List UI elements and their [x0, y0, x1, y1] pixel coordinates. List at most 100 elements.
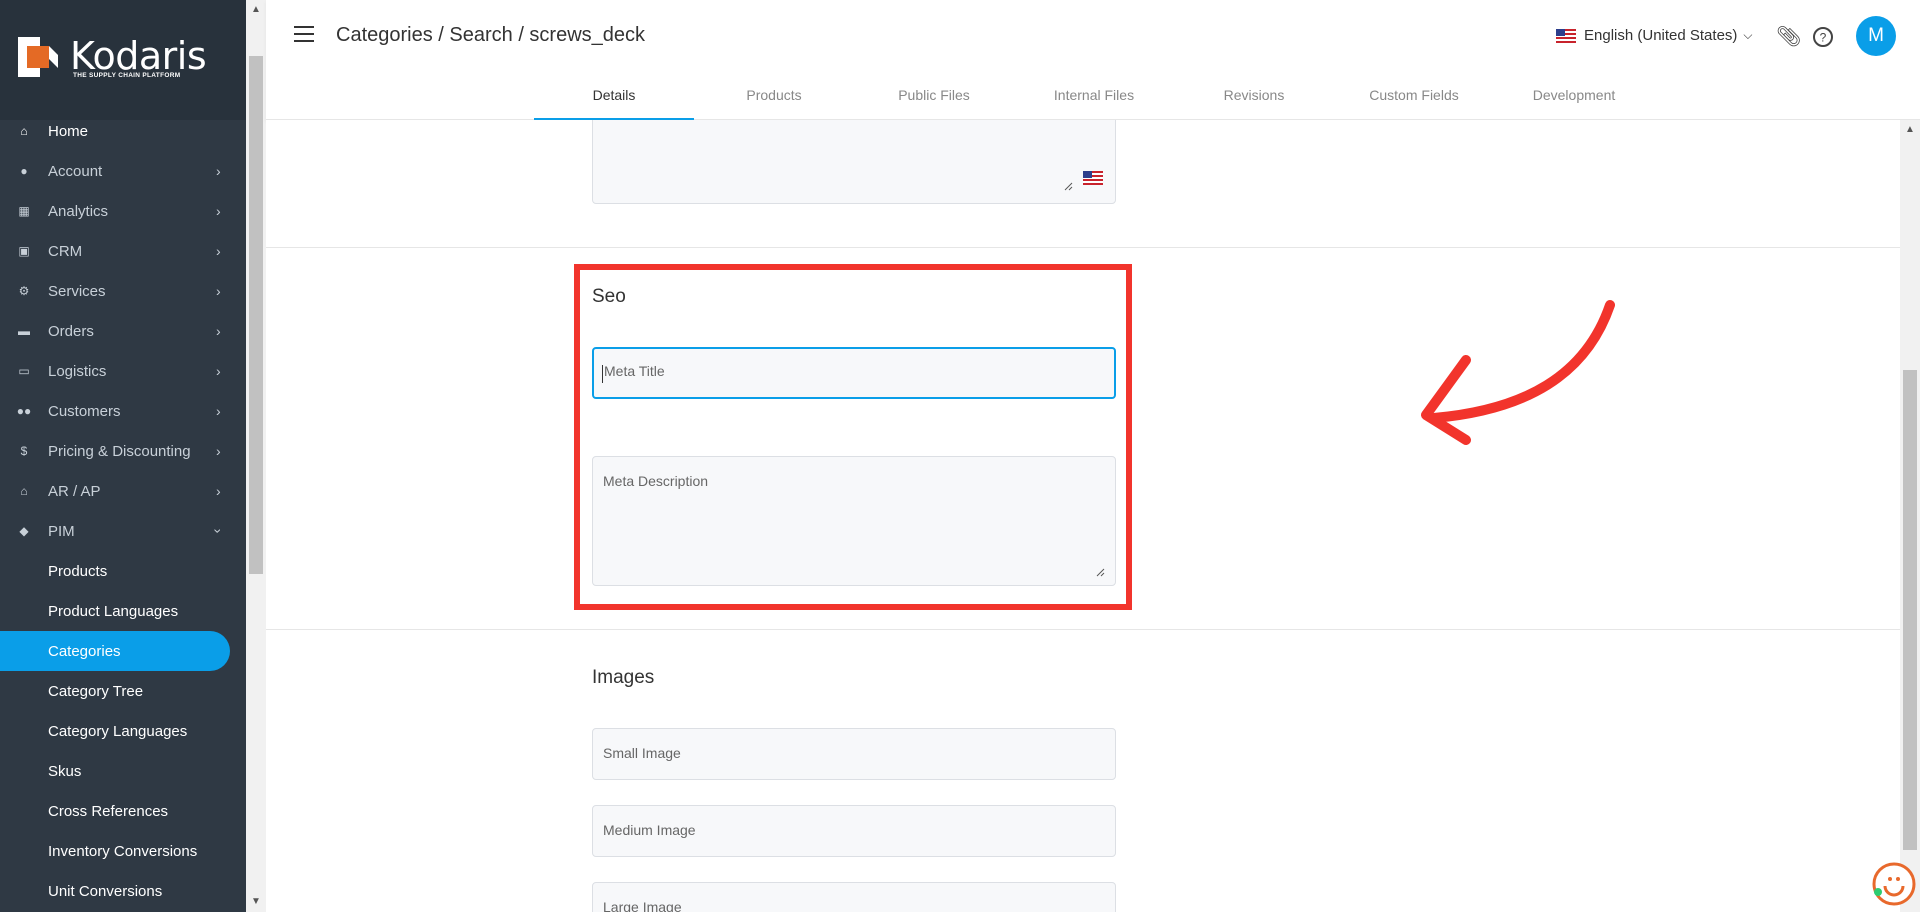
chevron-right-icon: ›	[216, 243, 221, 259]
sidebar-nav: ⌂ Home ● Account › ▦ Analytics › ▣ CRM ›…	[0, 111, 246, 911]
medium-image-placeholder: Medium Image	[603, 822, 696, 838]
sidebar-item-analytics[interactable]: ▦ Analytics ›	[0, 191, 246, 231]
gears-icon: ⚙	[18, 284, 30, 298]
sidebar-item-logistics[interactable]: ▭ Logistics ›	[0, 351, 246, 391]
tab-products[interactable]: Products	[694, 75, 854, 120]
sidebar-subitem-label: Category Languages	[48, 722, 188, 740]
chat-support-icon[interactable]	[1872, 862, 1916, 906]
language-selector[interactable]: English (United States) ⌵	[1556, 27, 1753, 44]
dollar-icon: $	[20, 444, 28, 458]
scroll-up-icon[interactable]: ▲	[1905, 124, 1915, 135]
sidebar-item-label: AR / AP	[48, 482, 101, 500]
sidebar-subitem-label: Inventory Conversions	[48, 842, 198, 860]
sidebar-subitem-label: Products	[48, 562, 108, 580]
sidebar-item-label: Customers	[48, 402, 121, 420]
logo-area[interactable]: Kodaris THE SUPPLY CHAIN PLATFORM	[0, 0, 246, 120]
tag-icon: ◆	[19, 524, 29, 538]
sidebar-item-crm[interactable]: ▣ CRM ›	[0, 231, 246, 271]
sidebar-item-account[interactable]: ● Account ›	[0, 151, 246, 191]
sidebar-subitem-skus[interactable]: Skus	[0, 751, 246, 791]
sidebar-item-home[interactable]: ⌂ Home	[0, 111, 246, 151]
chevron-right-icon: ›	[216, 203, 221, 219]
sidebar: Kodaris THE SUPPLY CHAIN PLATFORM ⌂ Home…	[0, 0, 246, 912]
medium-image-input[interactable]: Medium Image	[592, 805, 1116, 857]
sidebar-item-label: Services	[48, 282, 106, 300]
app-root: Kodaris THE SUPPLY CHAIN PLATFORM ⌂ Home…	[0, 0, 1920, 912]
avatar[interactable]: M	[1856, 16, 1896, 56]
group-icon: ●●	[16, 404, 32, 418]
sidebar-item-orders[interactable]: ▬ Orders ›	[0, 311, 246, 351]
sidebar-item-label: PIM	[48, 522, 75, 540]
sidebar-subitem-cross-references[interactable]: Cross References	[0, 791, 246, 831]
help-icon[interactable]: ?	[1812, 26, 1834, 48]
small-image-placeholder: Small Image	[603, 745, 681, 761]
home-icon: ⌂	[20, 124, 28, 138]
chevron-right-icon: ›	[216, 363, 221, 379]
bank-icon: ⌂	[20, 484, 28, 498]
chevron-right-icon: ›	[216, 283, 221, 299]
logo-text: Kodaris	[70, 34, 207, 78]
sidebar-subitem-label: Categories	[48, 642, 121, 660]
sidebar-subitem-label: Unit Conversions	[48, 882, 163, 900]
tab-public-files[interactable]: Public Files	[854, 75, 1014, 120]
tab-development[interactable]: Development	[1494, 75, 1654, 120]
section-divider	[266, 629, 1900, 630]
sidebar-subitem-inventory-conversions[interactable]: Inventory Conversions	[0, 831, 246, 871]
main-scrollbar[interactable]: ▲	[1900, 120, 1920, 912]
small-image-input[interactable]: Small Image	[592, 728, 1116, 780]
sidebar-scrollbar[interactable]: ▲ ▼	[246, 0, 266, 912]
sidebar-item-customers[interactable]: ●● Customers ›	[0, 391, 246, 431]
chevron-right-icon: ›	[216, 483, 221, 499]
sidebar-item-label: Logistics	[48, 362, 107, 380]
sidebar-scrollbar-thumb[interactable]	[249, 56, 263, 574]
main-scrollbar-thumb[interactable]	[1903, 370, 1917, 850]
sidebar-item-pim[interactable]: ◆ PIM ›	[0, 511, 246, 551]
sidebar-subitem-category-tree[interactable]: Category Tree	[0, 671, 246, 711]
sidebar-item-label: Analytics	[48, 202, 109, 220]
chevron-down-icon: ›	[210, 528, 227, 534]
sidebar-item-services[interactable]: ⚙ Services ›	[0, 271, 246, 311]
us-flag-icon[interactable]	[1083, 171, 1103, 185]
logo-tagline: THE SUPPLY CHAIN PLATFORM	[73, 72, 181, 79]
main-content: Seo Meta Title Meta Description Images S…	[266, 120, 1900, 912]
menu-icon[interactable]	[294, 26, 314, 42]
annotation-arrow-icon	[1421, 300, 1615, 445]
chevron-right-icon: ›	[216, 163, 221, 179]
description-textarea[interactable]	[592, 120, 1116, 204]
sidebar-subitem-label: Cross References	[48, 802, 169, 820]
svg-text:?: ?	[1820, 31, 1827, 45]
top-header: Categories / Search / screws_deck Englis…	[266, 0, 1920, 120]
kodaris-logo-icon	[18, 37, 58, 77]
tab-details[interactable]: Details	[534, 75, 694, 120]
sidebar-subitem-label: Product Languages	[48, 602, 179, 620]
sidebar-subitem-unit-conversions[interactable]: Unit Conversions	[0, 871, 246, 911]
paperclip-icon[interactable]: 📎︎	[1776, 24, 1801, 49]
sidebar-subitem-categories[interactable]: Categories	[0, 631, 230, 671]
scroll-up-icon[interactable]: ▲	[251, 4, 261, 15]
tab-custom-fields[interactable]: Custom Fields	[1334, 75, 1494, 120]
resize-handle-icon[interactable]	[1064, 182, 1073, 191]
large-image-placeholder: Large Image	[603, 899, 682, 912]
tab-internal-files[interactable]: Internal Files	[1014, 75, 1174, 120]
sidebar-item-label: CRM	[48, 242, 83, 260]
tab-bar: Details Products Public Files Internal F…	[534, 75, 1654, 120]
person-icon: ●	[20, 164, 28, 178]
large-image-input[interactable]: Large Image	[592, 882, 1116, 912]
chevron-right-icon: ›	[216, 323, 221, 339]
sidebar-item-pricing[interactable]: $ Pricing & Discounting ›	[0, 431, 246, 471]
sidebar-subitem-product-languages[interactable]: Product Languages	[0, 591, 246, 631]
sidebar-subitem-category-languages[interactable]: Category Languages	[0, 711, 246, 751]
sidebar-item-label: Orders	[48, 322, 94, 340]
chevron-down-icon: ⌵	[1743, 28, 1753, 42]
sidebar-subitem-products[interactable]: Products	[0, 551, 246, 591]
scroll-down-icon[interactable]: ▼	[251, 896, 261, 907]
chevron-right-icon: ›	[216, 443, 221, 459]
sidebar-item-label: Account	[48, 162, 103, 180]
images-section-title: Images	[592, 667, 655, 688]
truck-icon: ▬	[18, 324, 30, 338]
sidebar-item-ar-ap[interactable]: ⌂ AR / AP ›	[0, 471, 246, 511]
chart-icon: ▦	[18, 204, 30, 218]
contact-card-icon: ▣	[18, 244, 30, 258]
chevron-right-icon: ›	[216, 403, 221, 419]
tab-revisions[interactable]: Revisions	[1174, 75, 1334, 120]
